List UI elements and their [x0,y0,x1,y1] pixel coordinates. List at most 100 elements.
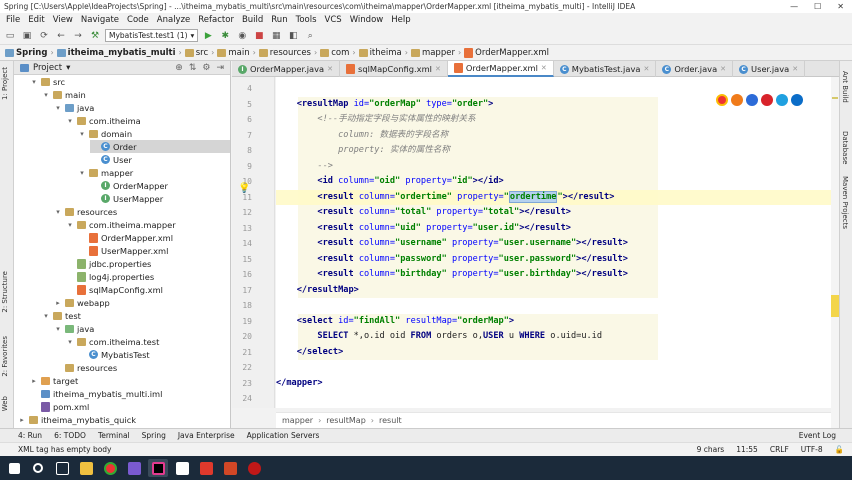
marker[interactable] [832,97,838,99]
file-explorer-icon[interactable] [76,459,96,477]
tree-item[interactable]: ▾ java [54,101,230,114]
editor-tab[interactable]: C User.java ✕ [733,61,806,77]
search-icon[interactable]: ⌕ [303,29,317,43]
tool-tab-maven[interactable]: Maven Projects [841,176,849,229]
debug-icon[interactable]: ✱ [218,29,232,43]
code-line[interactable]: </mapper> [276,376,831,391]
editor-crumb[interactable]: mapper [282,416,313,425]
tool-tab-structure[interactable]: 2: Structure [1,271,9,313]
code-line[interactable] [276,298,831,313]
locate-icon[interactable]: ⊕ [175,63,183,73]
close-window-button[interactable]: ✕ [837,2,844,11]
tree-item[interactable]: I UserMapper [90,192,230,205]
editor-tab[interactable]: C Order.java ✕ [656,61,734,77]
chrome-icon[interactable] [100,459,120,477]
menu-window[interactable]: Window [346,15,388,25]
tree-item[interactable]: ▾ src [30,75,230,88]
tool-tab-app-servers[interactable]: Application Servers [247,431,320,440]
lock-icon[interactable]: 🔓 [835,445,844,454]
close-icon[interactable]: ✕ [327,65,333,73]
tool-tab-terminal[interactable]: Terminal [98,431,130,440]
stop-icon[interactable]: ■ [252,29,266,43]
minimize-button[interactable]: — [790,2,798,11]
expand-arrow-icon[interactable]: ▾ [78,169,86,177]
tree-item[interactable]: ▸ itheima_mybatis_quick [18,413,230,426]
tree-item[interactable]: resources [54,361,230,374]
expand-arrow-icon[interactable]: ▾ [42,91,50,99]
project-panel-title[interactable]: Project [33,63,62,73]
breadcrumb-item[interactable]: itheima [357,48,404,58]
tree-item[interactable]: jdbc.properties [66,257,230,270]
xmind-icon[interactable] [196,459,216,477]
tree-item[interactable]: I OrderMapper [90,179,230,192]
editor-crumb[interactable]: result [379,416,402,425]
breadcrumb-item[interactable]: main [215,48,251,58]
typora-icon[interactable] [172,459,192,477]
tool-tab-database[interactable]: Database [841,131,849,164]
code-line[interactable]: <!--手动指定字段与实体属性的映射关系 [276,112,831,127]
build-icon[interactable]: ⚒ [88,29,102,43]
expand-arrow-icon[interactable]: ▾ [66,221,74,229]
expand-arrow-icon[interactable]: ▾ [54,208,62,216]
sdk-icon[interactable]: ◧ [286,29,300,43]
code-line[interactable] [276,81,831,96]
intellij-icon[interactable] [148,459,168,477]
close-icon[interactable]: ✕ [792,65,798,73]
tree-item[interactable]: ▾ main [42,88,230,101]
tree-item[interactable]: C MybatisTest [78,348,230,361]
code-editor[interactable]: <resultMap id="orderMap" type="order"> <… [276,77,831,408]
open-icon[interactable]: ▭ [3,29,17,43]
tree-item[interactable]: log4j.properties [66,270,230,283]
project-structure-icon[interactable]: ▦ [269,29,283,43]
code-line[interactable]: <id column="oid" property="id"></id> [276,174,831,189]
code-line[interactable]: <result column="total" property="total">… [276,205,831,220]
close-icon[interactable]: ✕ [720,65,726,73]
menu-view[interactable]: View [49,15,77,25]
collapse-icon[interactable]: ⇅ [189,63,197,73]
tree-item[interactable]: ▸ target [30,374,230,387]
expand-arrow-icon[interactable]: ▸ [18,416,26,424]
close-icon[interactable]: ✕ [541,64,547,72]
code-line[interactable]: column: 数据表的字段名称 [276,128,831,143]
breadcrumb-item[interactable]: Spring [3,48,49,58]
code-line[interactable] [276,391,831,406]
status-line-separator[interactable]: CRLF [770,445,789,454]
coverage-icon[interactable]: ◉ [235,29,249,43]
editor-tab[interactable]: OrderMapper.xml ✕ [447,61,554,77]
breadcrumb-item[interactable]: resources [257,48,313,58]
code-line[interactable]: <result column="username" property="user… [276,236,831,251]
code-line[interactable]: <select id="findAll" resultMap="orderMap… [276,314,831,329]
expand-arrow-icon[interactable]: ▾ [66,117,74,125]
tool-tab-web[interactable]: Web [1,396,9,411]
menu-navigate[interactable]: Navigate [77,15,123,25]
tree-item[interactable]: C Order [90,140,230,153]
menu-build[interactable]: Build [238,15,267,25]
code-line[interactable]: SELECT *,o.id oid FROM orders o,USER u W… [276,329,831,344]
tool-tab-java-enterprise[interactable]: Java Enterprise [178,431,235,440]
tree-item[interactable]: ▸ webapp [54,296,230,309]
editor-crumb[interactable]: resultMap [326,416,366,425]
menu-code[interactable]: Code [123,15,153,25]
expand-arrow-icon[interactable]: ▾ [42,312,50,320]
breadcrumb-item[interactable]: OrderMapper.xml [462,47,551,58]
menu-vcs[interactable]: VCS [321,15,346,25]
tool-tab-run[interactable]: 4: Run [18,431,42,440]
menu-tools[interactable]: Tools [292,15,321,25]
menu-file[interactable]: File [2,15,24,25]
tree-item[interactable]: OrderMapper.xml [78,231,230,244]
menu-help[interactable]: Help [387,15,414,25]
close-icon[interactable]: ✕ [435,65,441,73]
tree-item[interactable]: pom.xml [30,400,230,413]
run-config-select[interactable]: MybatisTest.test1 (1) ▾ [105,29,199,42]
code-line[interactable]: <result column="ordertime" property="ord… [276,189,831,205]
close-icon[interactable]: ✕ [643,65,649,73]
expand-arrow-icon[interactable]: ▾ [54,104,62,112]
code-line[interactable] [276,360,831,375]
breadcrumb-item[interactable]: com [318,48,351,58]
editor-tab[interactable]: sqlMapConfig.xml ✕ [340,61,448,77]
sync-icon[interactable]: ⟳ [37,29,51,43]
powerpoint-icon[interactable] [220,459,240,477]
tree-item[interactable]: ▾ mapper [78,166,230,179]
expand-arrow-icon[interactable]: ▾ [54,325,62,333]
hide-icon[interactable]: ⇥ [216,63,224,73]
